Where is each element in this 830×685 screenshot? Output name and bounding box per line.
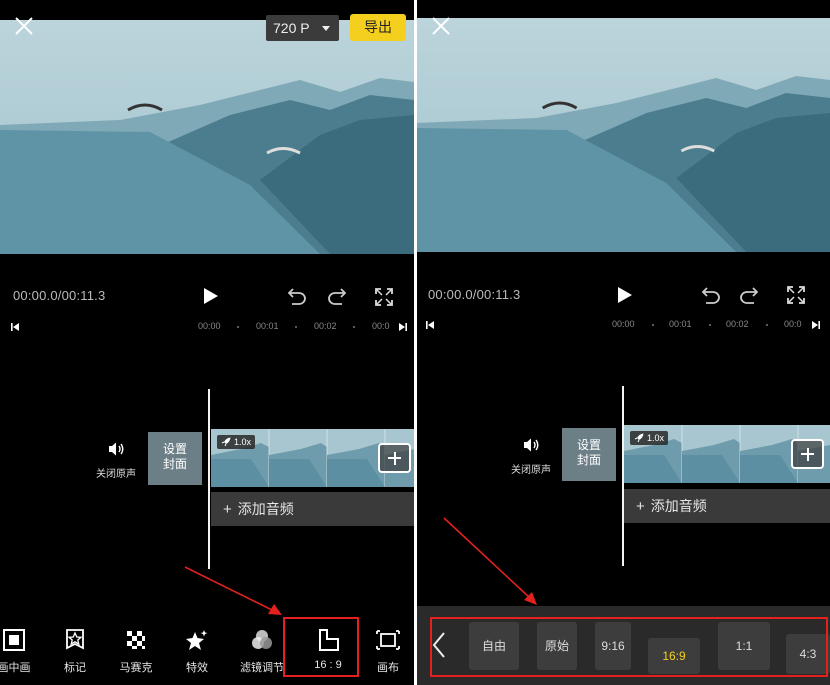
ruler-dot [709,324,711,326]
rocket-icon [221,437,231,447]
add-audio-button[interactable]: + 添加音频 [211,492,414,526]
add-audio-label: 添加音频 [237,501,294,517]
toolbar-picture-in-picture[interactable]: 画中画 [0,628,44,675]
add-audio-label: 添加音频 [650,498,707,514]
editor-panel-right: 00:00.0/00:11.3 00:00 00:01 00:02 00:0 关… [417,0,830,685]
video-preview[interactable] [417,18,830,252]
video-preview[interactable] [0,20,414,254]
speed-tag: 1.0x [217,435,256,449]
set-cover-button[interactable]: 设置 封面 [562,428,616,481]
resolution-value: 720 P [273,20,310,36]
toolbar-canvas[interactable]: 画布 [358,628,414,675]
mute-original-toggle[interactable]: 关闭原声 [86,441,146,480]
ruler-tick: 00:0 [372,321,390,331]
ruler-dot [766,324,768,326]
mute-original-toggle[interactable]: 关闭原声 [501,437,561,476]
filter-icon [252,630,272,649]
play-icon[interactable] [615,286,633,304]
video-clip-track[interactable]: 1.0x [624,425,830,483]
sparkle-icon [186,630,208,650]
ruler-tick: 00:0 [784,319,802,329]
playhead[interactable] [208,389,210,569]
speaker-icon [524,438,539,452]
rocket-icon [634,433,644,443]
redo-icon[interactable] [327,287,347,305]
ruler-dot [652,324,654,326]
skip-end-icon[interactable] [811,320,821,330]
toolbar-label: 特效 [186,662,208,674]
cover-label-line1: 设置 [576,438,601,452]
skip-start-icon[interactable] [10,322,20,332]
toolbar-label: 画中画 [0,662,31,674]
export-button[interactable]: 导出 [350,14,406,41]
toolbar-label: 马赛克 [119,662,153,674]
toolbar-label: 画布 [377,662,399,674]
caret-down-icon [322,26,330,31]
fullscreen-icon[interactable] [374,287,394,307]
ruler-tick: 00:02 [726,319,749,329]
redo-icon[interactable] [739,286,759,304]
play-icon[interactable] [201,287,219,305]
mute-label: 关闭原声 [511,465,551,476]
add-audio-button[interactable]: + 添加音频 [624,489,830,523]
fullscreen-icon[interactable] [786,285,806,305]
timecode: 00:00.0/00:11.3 [428,287,521,302]
close-icon[interactable] [429,14,453,38]
skip-end-icon[interactable] [398,322,408,332]
undo-icon[interactable] [701,286,721,304]
timecode: 00:00.0/00:11.3 [13,288,106,303]
highlight-box [430,617,828,677]
ruler-tick: 00:02 [314,321,337,331]
playhead[interactable] [622,386,624,566]
ruler-tick: 00:01 [256,321,279,331]
ruler-dot [353,326,355,328]
editor-panel-left: 720 P 导出 00:00.0/00:11.3 00:00 00:01 00:… [0,0,414,685]
ruler-tick: 00:00 [198,321,221,331]
set-cover-button[interactable]: 设置 封面 [148,432,202,485]
speed-value: 1.0x [647,433,665,443]
lake-mountain-image [417,18,830,252]
mosaic-icon [127,631,145,649]
plus-icon: + [223,501,232,518]
toolbar-mosaic[interactable]: 马赛克 [106,628,166,675]
video-clip-track[interactable]: 1.0x [211,429,414,487]
highlight-box [283,617,359,677]
add-clip-button[interactable] [791,439,824,469]
close-icon[interactable] [12,14,36,38]
lake-mountain-image [0,20,414,254]
ruler-dot [237,326,239,328]
cover-label-line2: 封面 [576,453,601,467]
toolbar-effects[interactable]: 特效 [167,628,227,675]
speed-tag: 1.0x [630,431,669,445]
canvas-icon [376,630,400,650]
speaker-icon [109,442,124,456]
star-badge-icon [66,629,84,650]
skip-start-icon[interactable] [425,320,435,330]
cover-label-line2: 封面 [162,457,187,471]
toolbar-mark[interactable]: 标记 [45,628,105,675]
plus-icon: + [636,498,645,515]
speed-value: 1.0x [234,437,252,447]
resolution-dropdown[interactable]: 720 P [266,15,339,41]
mute-label: 关闭原声 [96,469,136,480]
picture-in-picture-icon [3,629,25,651]
undo-icon[interactable] [287,287,307,305]
ruler-dot [295,326,297,328]
toolbar-label: 标记 [64,662,86,674]
add-clip-button[interactable] [378,443,411,473]
cover-label-line1: 设置 [162,442,187,456]
ruler-tick: 00:00 [612,319,635,329]
ruler-tick: 00:01 [669,319,692,329]
